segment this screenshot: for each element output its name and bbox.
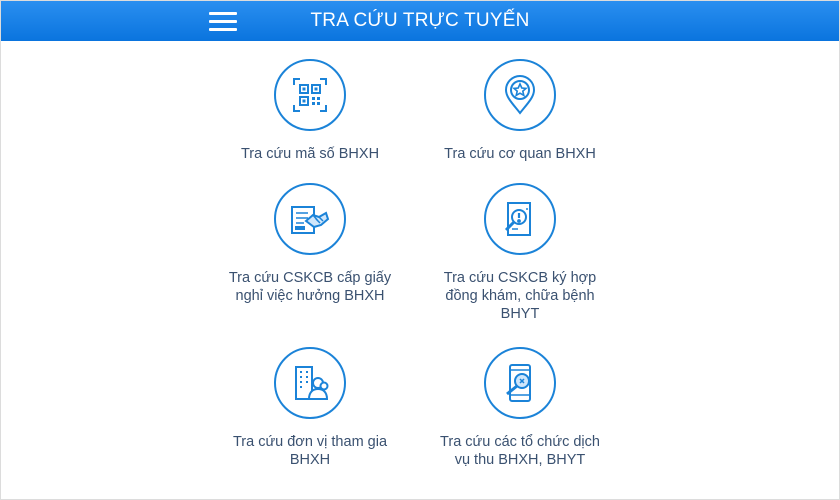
lookup-item-collection-service-orgs[interactable]: Tra cứu các tổ chức dịch vụ thu BHXH, BH… xyxy=(400,347,640,469)
location-star-pin-icon xyxy=(484,59,556,131)
building-users-icon xyxy=(274,347,346,419)
handshake-document-icon xyxy=(274,183,346,255)
lookup-item-participating-units[interactable]: Tra cứu đơn vị tham gia BHXH xyxy=(190,347,430,469)
lookup-item-label: Tra cứu CSKCB cấp giấy nghỉ việc hưởng B… xyxy=(228,270,392,304)
lookup-item-social-insurance-number[interactable]: Tra cứu mã số BHXH xyxy=(190,59,430,163)
lookup-item-label: Tra cứu các tổ chức dịch vụ thu BHXH, BH… xyxy=(440,434,600,468)
menu-bar xyxy=(209,19,237,23)
top-bar: TRA CỨU TRỰC TUYẾN xyxy=(1,1,839,41)
lookup-item-label: Tra cứu đơn vị tham gia BHXH xyxy=(232,434,388,468)
menu-bar xyxy=(209,11,237,15)
app-screen: TRA CỨU TRỰC TUYẾN Tra cứu mã số BHXH Tr… xyxy=(0,0,840,500)
lookup-item-label: Tra cứu cơ quan BHXH xyxy=(444,146,596,162)
lookup-item-health-insurance-contract-facilities[interactable]: Tra cứu CSKCB ký hợp đồng khám, chữa bện… xyxy=(400,183,640,323)
lookup-item-label: Tra cứu CSKCB ký hợp đồng khám, chữa bện… xyxy=(443,270,597,322)
lookup-item-social-insurance-office[interactable]: Tra cứu cơ quan BHXH xyxy=(400,59,640,163)
lookup-item-sick-leave-facilities[interactable]: Tra cứu CSKCB cấp giấy nghỉ việc hưởng B… xyxy=(190,183,430,305)
lookup-item-label: Tra cứu mã số BHXH xyxy=(240,146,380,162)
menu-bar xyxy=(209,27,237,31)
phone-search-icon xyxy=(484,347,556,419)
page-title: TRA CỨU TRỰC TUYẾN xyxy=(310,10,530,31)
qr-code-icon xyxy=(274,59,346,131)
document-search-icon xyxy=(484,183,556,255)
hamburger-menu-icon[interactable] xyxy=(209,7,239,35)
lookup-grid: Tra cứu mã số BHXH Tra cứu cơ quan BHXH xyxy=(1,41,839,500)
